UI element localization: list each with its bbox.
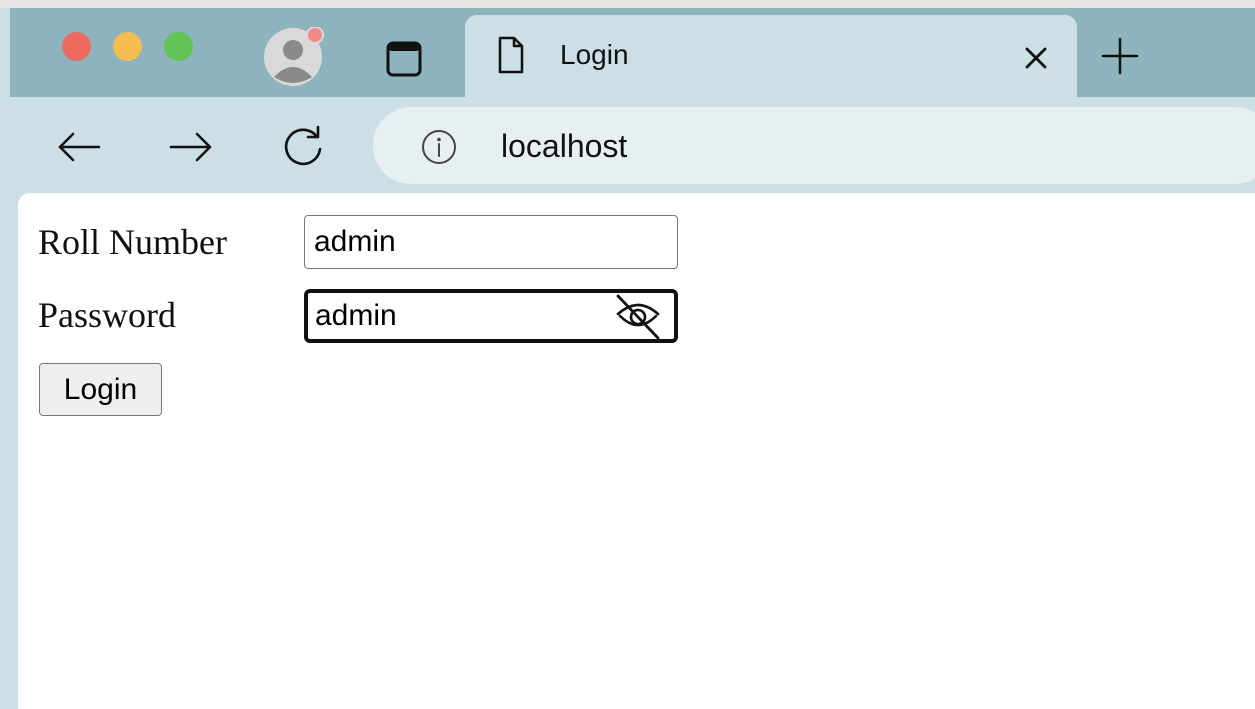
- close-window-button[interactable]: [62, 32, 91, 61]
- page-content: [18, 193, 1255, 709]
- back-arrow-icon[interactable]: [55, 123, 103, 171]
- browser-window: Login localhost Roll Number admin Passwo…: [0, 0, 1255, 709]
- roll-number-input[interactable]: [304, 215, 678, 269]
- roll-number-label: Roll Number: [38, 222, 227, 262]
- site-info-icon[interactable]: [420, 128, 458, 166]
- tab-close-icon[interactable]: [1022, 44, 1050, 72]
- address-bar-url[interactable]: localhost: [501, 127, 627, 165]
- password-label: Password: [38, 295, 177, 335]
- eye-off-icon[interactable]: [612, 294, 664, 340]
- profile-avatar-icon[interactable]: [264, 26, 324, 87]
- new-tab-plus-icon[interactable]: [1100, 36, 1140, 76]
- tab-title: Login: [560, 39, 629, 70]
- reload-icon[interactable]: [279, 123, 327, 171]
- sidebar-toggle-icon[interactable]: [386, 41, 422, 77]
- login-button[interactable]: Login: [39, 363, 162, 416]
- window-top-strip: [0, 0, 1255, 8]
- maximize-window-button[interactable]: [164, 32, 193, 61]
- forward-arrow-icon[interactable]: [167, 123, 215, 171]
- document-icon: [497, 35, 525, 75]
- tab-login[interactable]: [465, 15, 1077, 105]
- minimize-window-button[interactable]: [113, 32, 142, 61]
